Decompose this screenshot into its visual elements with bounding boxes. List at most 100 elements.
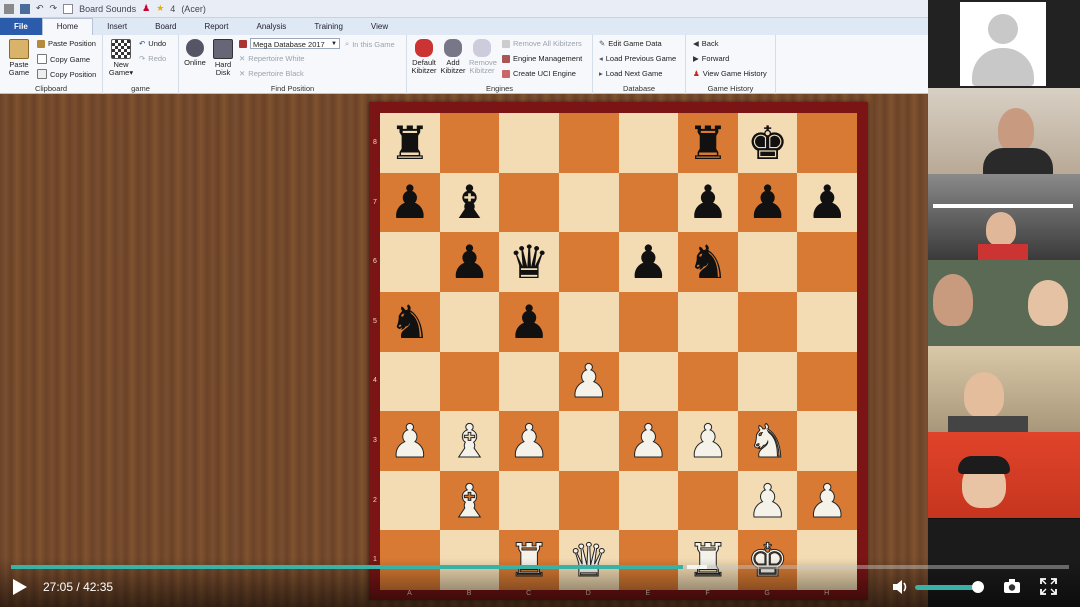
new-game-button[interactable]: New Game▾ (108, 39, 134, 77)
square-a4[interactable] (380, 351, 440, 412)
white-pawn-icon[interactable]: ♟ (687, 417, 729, 464)
tab-training[interactable]: Training (300, 19, 357, 35)
square-h3[interactable] (797, 411, 857, 471)
square-e6[interactable]: ♟ (618, 232, 679, 292)
square-g2[interactable]: ♟ (737, 470, 798, 531)
square-f5[interactable] (678, 291, 738, 352)
square-a5[interactable]: ♞ (380, 291, 440, 352)
black-pawn-icon[interactable]: ♟ (747, 179, 788, 225)
fullscreen-icon[interactable] (1040, 578, 1057, 595)
square-d8[interactable] (558, 113, 619, 173)
square-c2[interactable] (499, 470, 559, 531)
camera-icon[interactable] (1003, 578, 1021, 594)
play-icon[interactable] (12, 578, 28, 596)
engine-management-button[interactable]: Engine Management (502, 54, 582, 63)
square-g8[interactable]: ♚ (737, 113, 798, 173)
square-h5[interactable] (797, 291, 857, 352)
edit-game-data-button[interactable]: ✎ Edit Game Data (599, 39, 662, 48)
progress-bar[interactable] (11, 565, 1069, 569)
redo-icon[interactable]: ↷ (50, 3, 58, 14)
default-kibitzer-button[interactable]: Default Kibitzer (411, 39, 437, 75)
copy-game-button[interactable]: Copy Game (37, 54, 90, 64)
remove-all-kibitzers-button[interactable]: Remove All Kibitzers (502, 39, 582, 48)
white-pawn-icon[interactable]: ♟ (746, 477, 788, 524)
tab-view[interactable]: View (357, 19, 402, 35)
volume-knob[interactable] (972, 581, 984, 593)
square-g4[interactable] (737, 351, 798, 412)
square-e8[interactable] (618, 113, 679, 173)
star-icon[interactable]: ★ (156, 3, 164, 14)
square-a8[interactable]: ♜ (380, 113, 440, 173)
white-bishop-icon[interactable]: ♝ (448, 477, 490, 524)
back-button[interactable]: ◀ Back (693, 39, 718, 48)
hard-disk-button[interactable]: Hard Disk (210, 39, 236, 77)
square-d2[interactable] (558, 470, 619, 531)
board-sounds-label[interactable]: Board Sounds (79, 4, 136, 14)
square-a6[interactable] (380, 232, 440, 292)
add-kibitzer-button[interactable]: Add Kibitzer (440, 39, 466, 75)
square-b6[interactable]: ♟ (439, 232, 500, 292)
square-h4[interactable] (797, 351, 857, 412)
participant-tile-child-1[interactable] (928, 174, 1080, 261)
square-b5[interactable] (439, 291, 500, 352)
square-a2[interactable] (380, 470, 440, 531)
square-f2[interactable] (678, 470, 738, 531)
square-h8[interactable] (797, 113, 857, 173)
remove-kibitzer-button[interactable]: Remove Kibitzer (469, 39, 497, 75)
square-c5[interactable]: ♟ (499, 291, 559, 352)
black-knight-icon[interactable]: ♞ (389, 299, 430, 345)
black-pawn-icon[interactable]: ♟ (508, 299, 549, 345)
square-e7[interactable] (618, 172, 679, 233)
black-pawn-icon[interactable]: ♟ (687, 179, 728, 225)
black-pawn-icon[interactable]: ♟ (807, 179, 848, 225)
square-h2[interactable]: ♟ (797, 470, 857, 531)
in-this-game-button[interactable]: ⌕ In this Game (345, 39, 395, 49)
white-pawn-icon[interactable]: ♟ (508, 417, 550, 464)
square-e3[interactable]: ♟ (618, 411, 679, 471)
tab-board[interactable]: Board (141, 19, 190, 35)
database-select[interactable]: Mega Database 2017 ▼ (250, 38, 340, 49)
black-knight-icon[interactable]: ♞ (687, 239, 728, 285)
load-next-game-button[interactable]: ▸ Load Next Game (599, 69, 662, 78)
square-d5[interactable] (558, 291, 619, 352)
black-pawn-icon[interactable]: ♟ (628, 239, 669, 285)
square-f8[interactable]: ♜ (678, 113, 738, 173)
chessboard[interactable]: ♜♜♚♟♝♟♟♟♟♛♟♞♞♟♟♟♝♟♟♟♞♝♟♟♜♛♜♚ (380, 113, 857, 590)
tab-file[interactable]: File (0, 18, 42, 35)
square-d3[interactable] (558, 411, 619, 471)
square-f3[interactable]: ♟ (678, 411, 738, 471)
participant-tile-empty[interactable] (928, 0, 1080, 89)
square-d6[interactable] (558, 232, 619, 292)
square-b8[interactable] (439, 113, 500, 173)
square-f6[interactable]: ♞ (678, 232, 738, 292)
black-king-icon[interactable]: ♚ (747, 120, 788, 166)
square-e5[interactable] (618, 291, 679, 352)
save-icon[interactable] (20, 3, 30, 14)
square-b7[interactable]: ♝ (439, 172, 500, 233)
white-pawn-icon[interactable]: ♟ (806, 477, 848, 524)
volume-slider[interactable] (915, 581, 984, 593)
square-a7[interactable]: ♟ (380, 172, 440, 233)
paste-game-button[interactable]: Paste Game (6, 39, 32, 77)
copy-position-button[interactable]: Copy Position (37, 69, 96, 79)
tab-home[interactable]: Home (41, 18, 94, 35)
black-pawn-icon[interactable]: ♟ (389, 179, 430, 225)
square-e4[interactable] (618, 351, 679, 412)
white-pawn-icon[interactable]: ♟ (627, 417, 669, 464)
square-b3[interactable]: ♝ (439, 411, 500, 471)
view-game-history-button[interactable]: ♟ View Game History (693, 69, 767, 78)
paste-position-button[interactable]: Paste Position (37, 39, 96, 48)
tab-analysis[interactable]: Analysis (243, 19, 301, 35)
black-rook-icon[interactable]: ♜ (389, 120, 430, 166)
black-rook-icon[interactable]: ♜ (687, 120, 728, 166)
white-pawn-icon[interactable]: ♟ (389, 417, 431, 464)
pawn-icon[interactable]: ♟ (142, 3, 150, 14)
white-bishop-icon[interactable]: ♝ (448, 417, 490, 464)
square-e2[interactable] (618, 470, 679, 531)
tab-report[interactable]: Report (191, 19, 243, 35)
checkbox-icon[interactable] (63, 3, 74, 14)
black-bishop-icon[interactable]: ♝ (449, 179, 490, 225)
redo-button[interactable]: ↷ Redo (139, 54, 166, 63)
square-g3[interactable]: ♞ (737, 411, 798, 471)
black-pawn-icon[interactable]: ♟ (449, 239, 490, 285)
